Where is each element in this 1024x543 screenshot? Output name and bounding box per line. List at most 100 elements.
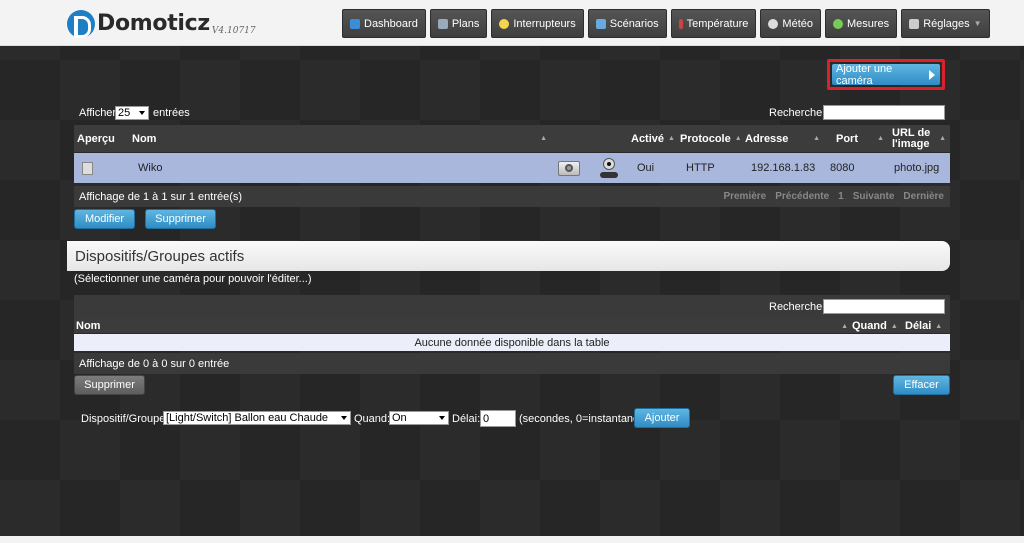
- camera-search-input[interactable]: [823, 105, 945, 120]
- add-device-button[interactable]: Ajouter: [634, 408, 690, 428]
- modify-button[interactable]: Modifier: [74, 209, 135, 229]
- nav-label: Scénarios: [609, 17, 659, 30]
- lightbulb-icon: [499, 18, 510, 29]
- nav-utility[interactable]: Mesures: [825, 9, 898, 38]
- add-camera-highlight: Ajouter une caméra: [827, 59, 945, 90]
- when-select[interactable]: On: [389, 411, 449, 425]
- device-table-info: Affichage de 0 à 0 sur 0 entrée: [79, 357, 230, 370]
- pager-last[interactable]: Dernière: [903, 191, 944, 202]
- nav-settings[interactable]: Réglages ▼: [901, 9, 990, 38]
- device-select[interactable]: [Light/Switch] Ballon eau Chaude: [163, 411, 351, 425]
- sort-icon: ▲: [813, 135, 820, 142]
- sort-icon: ▲: [540, 135, 547, 142]
- sort-icon: ▲: [734, 135, 742, 142]
- sort-icon: ▲: [935, 322, 943, 330]
- col-address[interactable]: Adresse ▲: [745, 125, 820, 152]
- logo[interactable]: Domoticz V4.10717: [67, 10, 256, 38]
- camera-table-footer: Affichage de 1 à 1 sur 1 entrée(s) Premi…: [74, 186, 950, 207]
- domoticz-logo-icon: [67, 10, 95, 38]
- col-port[interactable]: Port ▲: [836, 125, 884, 152]
- camera-active: Oui: [637, 162, 655, 174]
- col-preview[interactable]: Aperçu: [77, 125, 115, 152]
- version-label: V4.10717: [211, 26, 256, 36]
- pager-first[interactable]: Première: [723, 191, 766, 202]
- add-camera-button[interactable]: Ajouter une caméra: [832, 62, 940, 87]
- nav-switches[interactable]: Interrupteurs: [491, 9, 584, 38]
- sort-icon: ▲: [939, 135, 946, 142]
- camera-table-header: Aperçu Nom ▲ Activé ▲ Protocole ▲ Adresse ▲ …: [74, 125, 950, 153]
- device-search-label: Recherche :: [769, 301, 829, 313]
- col-active[interactable]: Activé ▲: [631, 125, 675, 152]
- table-info: Affichage de 1 à 1 sur 1 entrée(s): [79, 190, 243, 203]
- section-hint: (Sélectionner une caméra pour pouvoir l'…: [74, 273, 312, 285]
- sort-icon: ▲: [668, 135, 675, 142]
- utility-icon: [833, 18, 843, 29]
- thermometer-icon: [678, 18, 683, 29]
- top-header: Domoticz V4.10717 Dashboard Plans Interr…: [0, 0, 1024, 46]
- nav-label: Température: [686, 17, 749, 30]
- camera-port: 8080: [830, 162, 855, 174]
- play-icon: [929, 69, 935, 80]
- sort-icon: ▲: [841, 322, 848, 330]
- nav-label: Réglages: [923, 17, 970, 30]
- nav-label: Interrupteurs: [513, 17, 576, 30]
- search-label: Recherche :: [769, 107, 829, 119]
- pager-previous[interactable]: Précédente: [775, 191, 829, 202]
- table-row[interactable]: Wiko Oui HTTP 192.168.1.83 8080 photo.jp…: [74, 153, 950, 183]
- clear-button[interactable]: Effacer: [893, 375, 950, 395]
- broken-image-icon: [82, 161, 93, 175]
- delete-camera-button[interactable]: Supprimer: [145, 209, 216, 229]
- col-name[interactable]: Nom ▲: [132, 125, 547, 152]
- delay-hint: (secondes, 0=instantané): [519, 413, 643, 425]
- add-camera-label: Ajouter une caméra: [836, 62, 893, 87]
- page-size-select[interactable]: 25: [115, 106, 149, 120]
- delay-input[interactable]: 0: [480, 410, 516, 427]
- nav-weather[interactable]: Météo: [760, 9, 821, 38]
- nav-plans[interactable]: Plans: [429, 9, 488, 38]
- logo-text: Domoticz: [97, 11, 210, 36]
- device-label: Dispositif/Groupe:: [81, 413, 169, 425]
- footer-bar: [0, 536, 1024, 543]
- col-delay[interactable]: Délai ▲: [905, 319, 942, 333]
- section-title: Dispositifs/Groupes actifs: [67, 241, 950, 271]
- nav-label: Mesures: [847, 17, 890, 30]
- camera-name: Wiko: [138, 162, 163, 174]
- col-device-name[interactable]: Nom ▲: [76, 319, 848, 333]
- camera-icon: [558, 160, 580, 176]
- chevron-down-icon: ▼: [973, 19, 982, 28]
- device-table-header: Nom ▲ Quand ▲ Délai ▲: [74, 319, 950, 334]
- nav-label: Plans: [451, 17, 480, 30]
- show-label: Afficher: [79, 107, 117, 119]
- preview-cell: [82, 153, 93, 183]
- pager-page-1[interactable]: 1: [838, 191, 844, 202]
- when-label: Quand:: [354, 413, 391, 425]
- settings-icon: [909, 18, 920, 29]
- webcam-preview-button[interactable]: [598, 153, 620, 183]
- delete-device-button[interactable]: Supprimer: [74, 375, 145, 395]
- device-table-footer: Affichage de 0 à 0 sur 0 entrée: [74, 353, 950, 374]
- col-when[interactable]: Quand ▲: [852, 319, 898, 333]
- nav-temperature[interactable]: Température: [670, 9, 757, 38]
- nav-scenes[interactable]: Scénarios: [587, 9, 667, 38]
- main-nav: Dashboard Plans Interrupteurs Scénarios …: [342, 9, 990, 38]
- pager-next[interactable]: Suivante: [853, 191, 895, 202]
- camera-protocol: HTTP: [686, 162, 715, 174]
- delay-label: Délai:: [452, 413, 481, 425]
- camera-snapshot-button[interactable]: [558, 153, 580, 183]
- col-image-url[interactable]: URL de l'image ▲: [892, 125, 946, 152]
- weather-icon: [768, 18, 779, 29]
- entries-label: entrées: [153, 107, 190, 119]
- webcam-icon: [598, 157, 620, 179]
- empty-table-row: Aucune donnée disponible dans la table: [74, 334, 950, 351]
- dashboard-icon: [350, 18, 360, 29]
- chevron-down-icon: [139, 111, 145, 115]
- nav-dashboard[interactable]: Dashboard: [342, 9, 426, 38]
- col-protocol[interactable]: Protocole ▲: [680, 125, 742, 152]
- plans-icon: [437, 18, 448, 29]
- nav-label: Météo: [782, 17, 813, 30]
- chevron-down-icon: [341, 416, 347, 420]
- camera-address: 192.168.1.83: [751, 162, 816, 174]
- sort-icon: ▲: [890, 322, 898, 330]
- device-search-input[interactable]: [823, 299, 945, 314]
- sort-icon: ▲: [877, 135, 884, 142]
